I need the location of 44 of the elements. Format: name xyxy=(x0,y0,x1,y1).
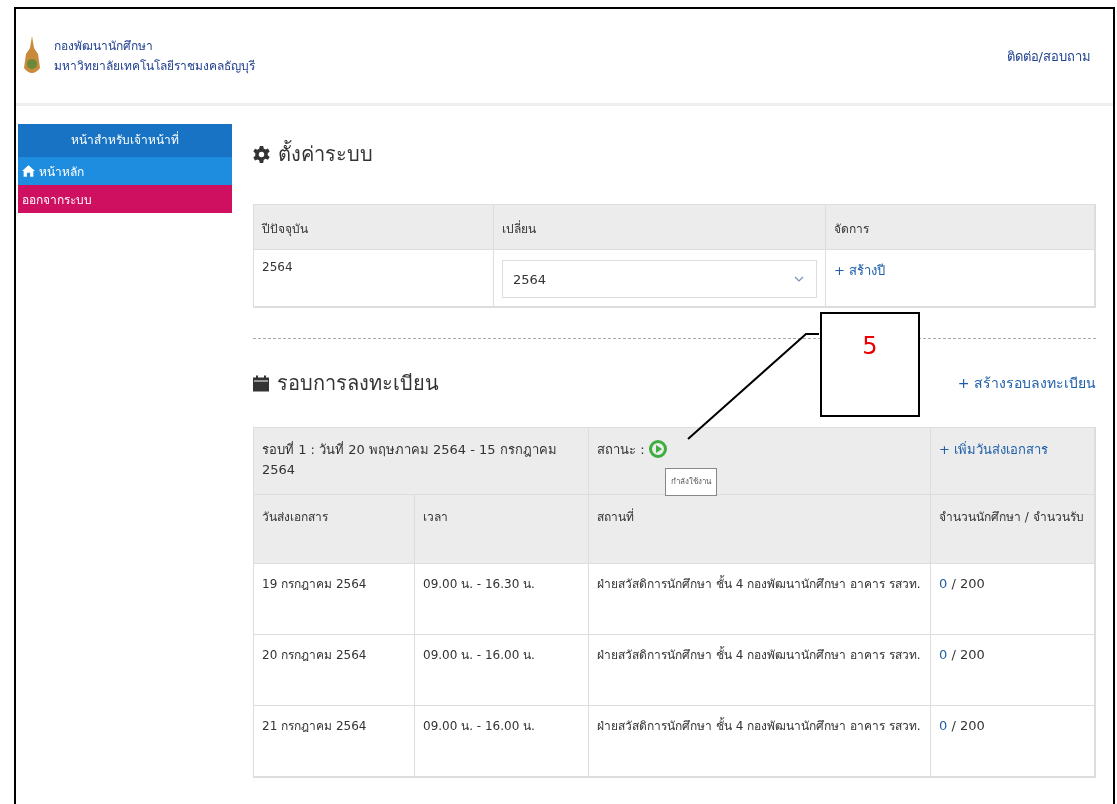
year-dropdown[interactable]: 2564 xyxy=(502,260,817,298)
table-cell: ฝ่ายสวัสดิการนักศึกษา ชั้น 4 กองพัฒนานักศึกษา อาคาร รสวท. xyxy=(589,564,931,635)
column-header: วันส่งเอกสาร xyxy=(254,495,415,564)
enrolled-count-link[interactable]: 0 xyxy=(939,576,948,591)
add-date-link[interactable]: + เพิ่มวันส่งเอกสาร xyxy=(939,442,1049,457)
table-cell: 20 กรกฎาคม 2564 xyxy=(254,635,415,706)
table-cell: 2564 xyxy=(254,250,494,307)
table-cell: 19 กรกฎาคม 2564 xyxy=(254,564,415,635)
table-cell: 09.00 น. - 16.00 น. xyxy=(415,706,589,777)
capacity-text: / 200 xyxy=(950,576,985,591)
column-header: จำนวนนักศึกษา / จำนวนรับ xyxy=(931,495,1095,564)
table-cell: 21 กรกฎาคม 2564 xyxy=(254,706,415,777)
contact-link[interactable]: ติดต่อ/สอบถาม xyxy=(1006,45,1091,67)
capacity-text: / 200 xyxy=(950,718,985,733)
create-year-link[interactable]: + สร้างปี xyxy=(834,263,886,278)
column-header: สถานที่ xyxy=(589,495,931,564)
status-label: สถานะ : xyxy=(597,441,645,459)
table-cell: 09.00 น. - 16.00 น. xyxy=(415,635,589,706)
emblem-icon xyxy=(22,36,42,76)
table-cell: ฝ่ายสวัสดิการนักศึกษา ชั้น 4 กองพัฒนานักศึกษา อาคาร รสวท. xyxy=(589,635,931,706)
sidebar-item[interactable]: หน้าหลัก xyxy=(18,157,232,185)
column-header: ปีปัจจุบัน xyxy=(254,205,494,250)
create-round-link[interactable]: + สร้างรอบลงทะเบียน xyxy=(957,372,1096,394)
status-tooltip: กำลังใช้งาน xyxy=(665,468,717,496)
sidebar-item[interactable]: ออกจากระบบ xyxy=(18,185,232,213)
home-icon xyxy=(22,165,35,177)
round-title: รอบที่ 1 : วันที่ 20 พฤษภาคม 2564 - 15 กรกฎาคม 2564 xyxy=(254,428,589,495)
university-name: มหาวิทยาลัยเทคโนโลยีราชมงคลธัญบุรี xyxy=(54,58,255,76)
enrolled-count-link[interactable]: 0 xyxy=(939,718,948,733)
organization-name: กองพัฒนานักศึกษา xyxy=(54,38,154,55)
enrolled-count-link[interactable]: 0 xyxy=(939,647,948,662)
capacity-text: / 200 xyxy=(950,647,985,662)
column-header: จัดการ xyxy=(826,205,1095,250)
sidebar-heading: หน้าสำหรับเจ้าหน้าที่ xyxy=(18,124,232,157)
column-header: เปลี่ยน xyxy=(494,205,826,250)
callout-box: 5 xyxy=(820,312,920,417)
table-cell: ฝ่ายสวัสดิการนักศึกษา ชั้น 4 กองพัฒนานักศึกษา อาคาร รสวท. xyxy=(589,706,931,777)
section-title: รอบการลงทะเบียน xyxy=(277,370,439,397)
settings-icon xyxy=(253,145,270,163)
column-header: เวลา xyxy=(415,495,589,564)
calendar-icon xyxy=(253,374,269,392)
table-cell: 09.00 น. - 16.30 น. xyxy=(415,564,589,635)
section-title: ตั้งค่าระบบ xyxy=(278,139,373,168)
chevron-down-icon xyxy=(794,276,804,282)
